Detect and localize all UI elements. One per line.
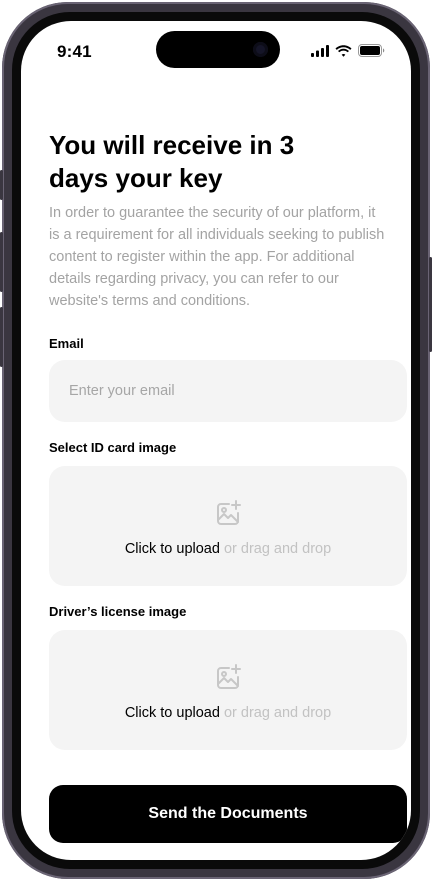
front-camera bbox=[253, 42, 268, 57]
email-label: Email bbox=[49, 336, 84, 351]
power-button bbox=[429, 257, 432, 352]
drag-drop-hint: or drag and drop bbox=[223, 541, 332, 557]
volume-up-button bbox=[0, 232, 3, 292]
phone-bezel: 9:41 You will receive in 3 days your key… bbox=[12, 12, 420, 869]
email-field[interactable] bbox=[49, 360, 407, 422]
status-time: 9:41 bbox=[57, 42, 92, 61]
id-card-label: Select ID card image bbox=[49, 440, 177, 455]
drivers-license-upload-dropzone[interactable]: Click to upload or drag and drop bbox=[49, 630, 407, 750]
click-to-upload-link[interactable]: Click to upload bbox=[125, 541, 220, 557]
id-card-upload-text: Click to upload or drag and drop bbox=[49, 541, 407, 557]
page-description: In order to guarantee the security of ou… bbox=[49, 205, 385, 309]
battery-icon bbox=[358, 44, 385, 57]
dynamic-island bbox=[156, 31, 280, 68]
cellular-signal-icon bbox=[311, 44, 329, 57]
drivers-license-label: Driver’s license image bbox=[49, 604, 187, 619]
volume-down-button bbox=[0, 307, 3, 367]
screen: 9:41 You will receive in 3 days your key… bbox=[21, 21, 411, 860]
send-documents-button[interactable]: Send the Documents bbox=[49, 785, 407, 843]
drag-drop-hint: or drag and drop bbox=[223, 705, 332, 721]
action-button bbox=[0, 170, 3, 200]
status-bar: 9:41 bbox=[21, 21, 411, 75]
click-to-upload-link[interactable]: Click to upload bbox=[125, 705, 220, 721]
phone-frame: 9:41 You will receive in 3 days your key… bbox=[0, 2, 432, 879]
wifi-icon bbox=[335, 44, 352, 57]
status-icons bbox=[311, 44, 385, 57]
image-add-icon bbox=[217, 500, 241, 525]
image-add-icon bbox=[217, 664, 241, 689]
page-title: You will receive in 3 days your key bbox=[49, 130, 295, 193]
drivers-license-upload-text: Click to upload or drag and drop bbox=[49, 705, 407, 721]
id-card-upload-dropzone[interactable]: Click to upload or drag and drop bbox=[49, 466, 407, 586]
